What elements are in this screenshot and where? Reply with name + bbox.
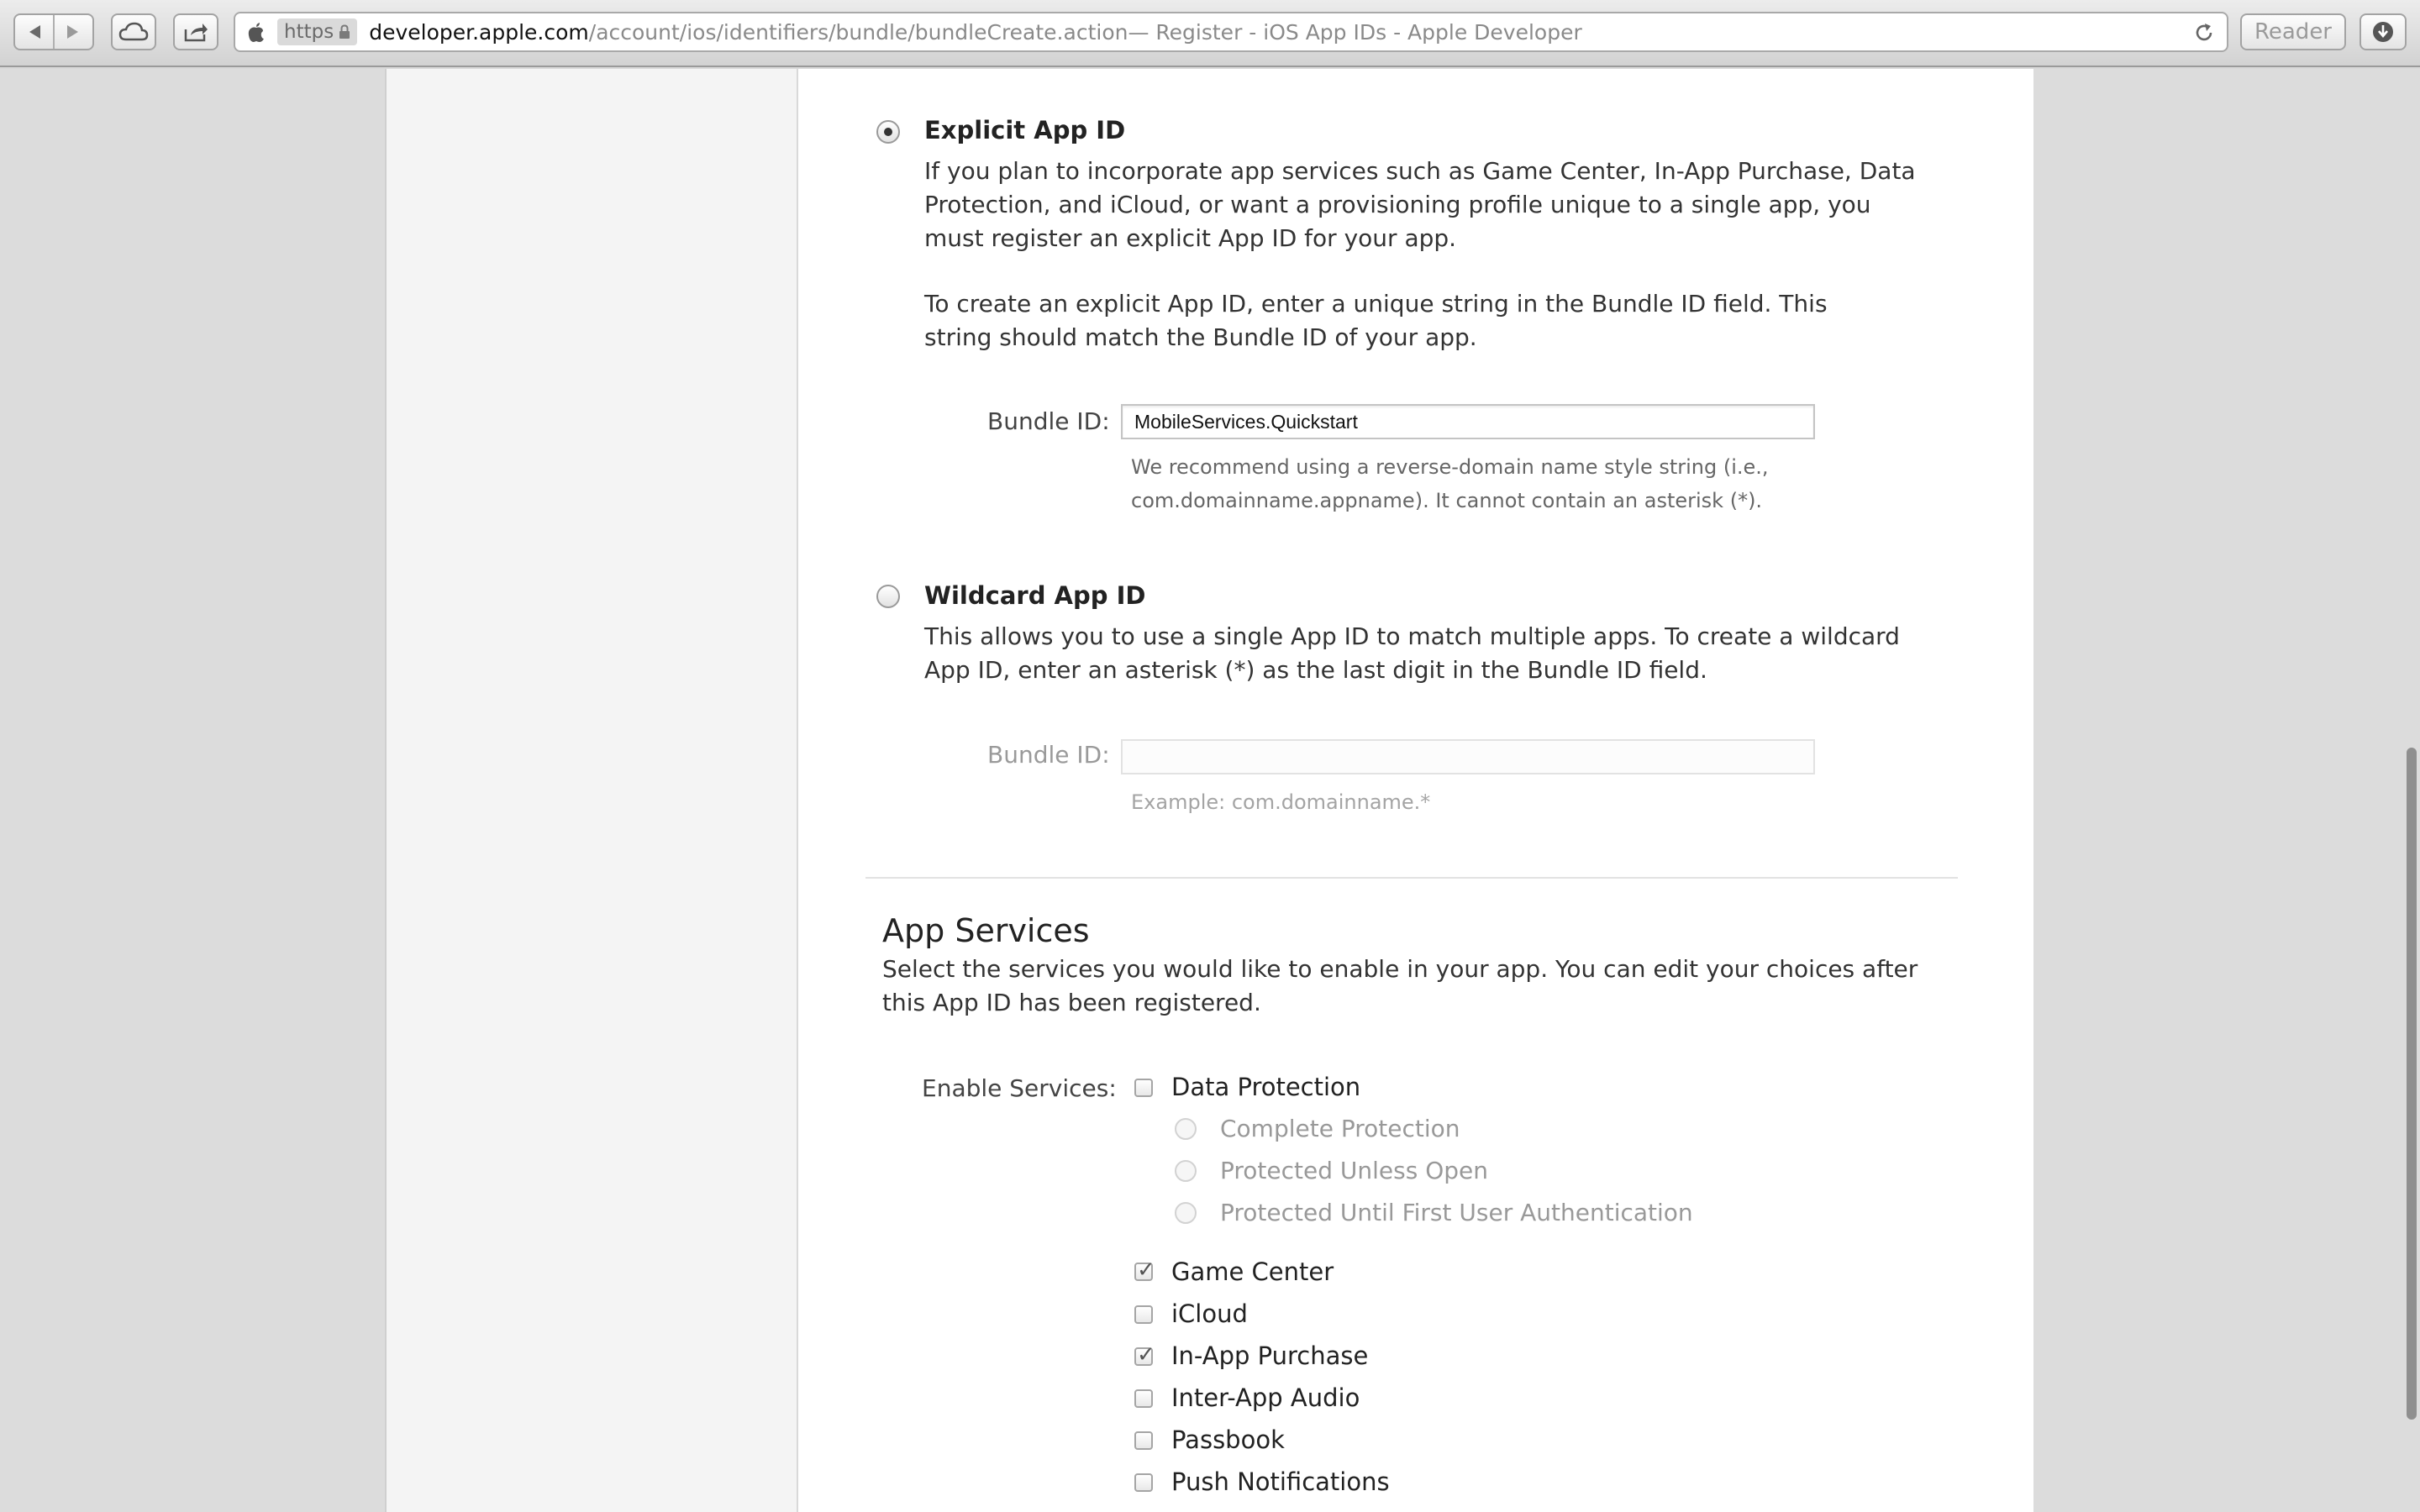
url-path: /account/ios/identifiers/bundle/bundleCr… (588, 19, 1128, 45)
app-services-description: Select the services you would like to en… (882, 955, 1918, 1016)
protected-until-first-auth-label: Protected Until First User Authenticatio… (1220, 1199, 1693, 1226)
wildcard-bundle-id-hint: Example: com.domainname.* (1131, 790, 1431, 814)
explicit-bundle-id-hint: We recommend using a reverse-domain name… (1131, 455, 1769, 512)
explicit-app-id-description: If you plan to incorporate app services … (924, 157, 1916, 252)
wildcard-app-id-radio[interactable] (876, 585, 900, 608)
back-arrow-icon (29, 25, 40, 39)
wildcard-bundle-id-input[interactable] (1121, 739, 1815, 774)
inter-app-audio-checkbox[interactable] (1134, 1389, 1153, 1408)
enable-services-label: Enable Services: (922, 1074, 1117, 1102)
explicit-app-id-title: Explicit App ID (924, 116, 1126, 144)
app-services-heading: App Services (882, 912, 1090, 949)
icloud-checkbox[interactable] (1134, 1305, 1153, 1324)
downloads-button[interactable] (2360, 13, 2407, 50)
explicit-bundle-id-input[interactable] (1121, 404, 1815, 439)
download-icon (2373, 22, 2393, 42)
vertical-scrollbar[interactable] (2407, 748, 2417, 1420)
in-app-purchase-checkbox[interactable] (1134, 1342, 1155, 1368)
in-app-purchase-label: In-App Purchase (1171, 1341, 1369, 1370)
data-protection-checkbox[interactable] (1134, 1079, 1153, 1097)
browser-toolbar: https developer.apple.com/account/ios/id… (0, 0, 2420, 67)
data-protection-label: Data Protection (1171, 1073, 1361, 1101)
protected-unless-open-radio[interactable] (1175, 1160, 1197, 1182)
icloud-label: iCloud (1171, 1299, 1248, 1328)
game-center-checkbox[interactable] (1134, 1257, 1155, 1283)
wildcard-app-id-title: Wildcard App ID (924, 581, 1146, 610)
https-label: https (284, 21, 334, 43)
explicit-app-id-instructions: To create an explicit App ID, enter a un… (924, 290, 1828, 351)
address-bar[interactable]: https developer.apple.com/account/ios/id… (234, 12, 2228, 52)
cloud-icon (118, 22, 149, 41)
reader-button[interactable]: Reader (2240, 13, 2346, 50)
push-notifications-checkbox[interactable] (1134, 1473, 1153, 1492)
passbook-checkbox[interactable] (1134, 1431, 1153, 1450)
reload-icon[interactable] (2193, 22, 2215, 44)
icloud-tabs-button[interactable] (111, 13, 156, 50)
section-divider (865, 877, 1958, 879)
share-button[interactable] (173, 13, 218, 50)
https-badge: https (277, 18, 358, 45)
complete-protection-radio[interactable] (1175, 1118, 1197, 1140)
wildcard-app-id-description: This allows you to use a single App ID t… (924, 622, 1900, 684)
explicit-app-id-radio[interactable] (876, 120, 900, 144)
url-host: developer.apple.com (369, 19, 589, 45)
explicit-bundle-id-label: Bundle ID: (987, 407, 1110, 435)
back-button[interactable] (15, 15, 53, 49)
inter-app-audio-label: Inter-App Audio (1171, 1383, 1360, 1412)
push-notifications-label: Push Notifications (1171, 1467, 1390, 1496)
passbook-label: Passbook (1171, 1425, 1285, 1454)
forward-button[interactable] (55, 15, 92, 49)
page-title-in-url: — Register - iOS App IDs - Apple Develop… (1128, 19, 1582, 45)
nav-buttons (13, 13, 94, 50)
apple-logo-icon (248, 23, 264, 42)
forward-arrow-icon (67, 25, 79, 39)
wildcard-bundle-id-label: Bundle ID: (987, 741, 1110, 769)
protected-until-first-auth-radio[interactable] (1175, 1202, 1197, 1224)
game-center-label: Game Center (1171, 1257, 1334, 1286)
lock-icon (339, 24, 350, 39)
complete-protection-label: Complete Protection (1220, 1115, 1460, 1142)
share-icon (184, 24, 208, 42)
protected-unless-open-label: Protected Unless Open (1220, 1157, 1489, 1184)
